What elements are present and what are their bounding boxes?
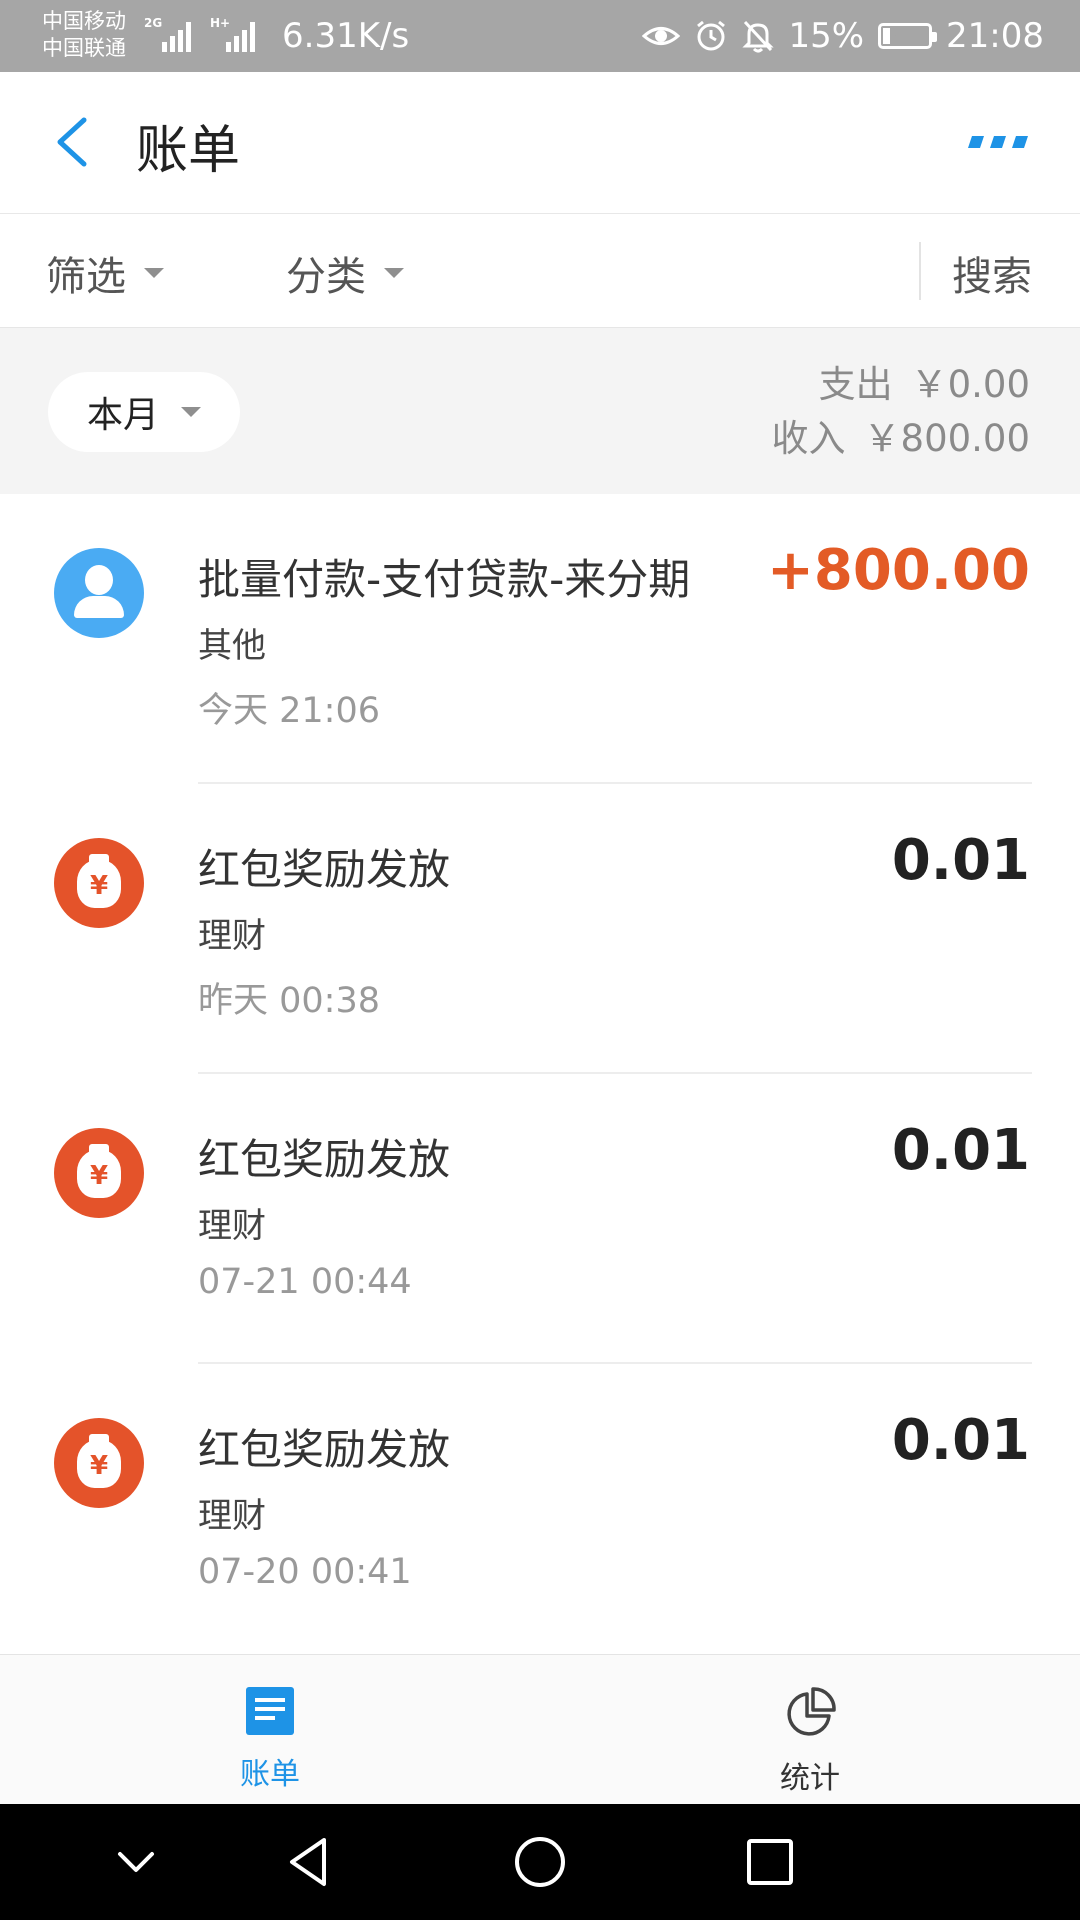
search-button[interactable]: 搜索 (952, 244, 1032, 302)
transaction-amount: +800.00 (766, 538, 1030, 603)
income-value: ￥800.00 (863, 417, 1030, 460)
filter-bar: 筛选 分类 搜索 (0, 214, 1080, 328)
nav-back-icon[interactable] (280, 1832, 340, 1892)
transaction-list: 批量付款-支付贷款-来分期 其他 今天 21:06 +800.00 ¥ 红包奖励… (0, 494, 1080, 1654)
transaction-category: 其他 (198, 626, 266, 666)
month-totals: 支出 ￥0.00 收入 ￥800.00 (772, 358, 1030, 466)
money-bag-icon: ¥ (54, 1418, 144, 1508)
tab-stats-label: 统计 (780, 1761, 840, 1796)
transaction-time: 昨天 00:38 (198, 981, 380, 1021)
transaction-time: 07-20 00:41 (198, 1552, 412, 1592)
carrier-2: 中国联通 (42, 36, 126, 60)
system-nav-bar (0, 1804, 1080, 1920)
chevron-down-icon (384, 268, 404, 278)
signal-icon (226, 18, 262, 52)
nav-recents-icon[interactable] (740, 1832, 800, 1892)
transaction-amount: 0.01 (891, 1118, 1030, 1183)
transaction-title: 批量付款-支付贷款-来分期 (198, 555, 691, 604)
income-total: 收入 ￥800.00 (772, 412, 1030, 466)
filter-dropdown[interactable]: 筛选 (46, 244, 164, 302)
chevron-down-icon (144, 268, 164, 278)
signal-icon (162, 18, 198, 52)
transaction-row[interactable]: ¥ 红包奖励发放 理财 昨天 00:38 0.01 (0, 784, 1080, 1074)
month-label: 本月 (86, 395, 159, 436)
expense-total: 支出 ￥0.00 (772, 358, 1030, 412)
transaction-category: 理财 (198, 916, 266, 956)
transaction-amount: 0.01 (891, 1408, 1030, 1473)
alarm-icon (697, 20, 726, 51)
tab-bills-label: 账单 (240, 1757, 300, 1792)
tab-stats[interactable]: 统计 (750, 1685, 870, 1797)
status-bar: 中国移动 中国联通 2G H+ 6.31K/s 15% 21:08 (0, 0, 1080, 72)
bottom-tab-bar: 账单 统计 (0, 1654, 1080, 1804)
transaction-time: 07-21 00:44 (198, 1262, 412, 1302)
user-icon (54, 548, 144, 638)
bill-list-icon (246, 1687, 294, 1735)
page-title: 账单 (136, 121, 241, 181)
network-type-1: 2G (144, 16, 163, 30)
category-dropdown[interactable]: 分类 (286, 244, 404, 302)
more-options-icon[interactable] (964, 132, 1030, 152)
transaction-row[interactable]: 批量付款-支付贷款-来分期 其他 今天 21:06 +800.00 (0, 494, 1080, 784)
filter-label: 筛选 (46, 254, 126, 300)
transaction-time: 今天 21:06 (198, 691, 380, 731)
bell-off-icon (742, 20, 775, 53)
income-label: 收入 (771, 417, 846, 460)
transaction-title: 红包奖励发放 (198, 1425, 451, 1474)
chevron-down-icon[interactable] (106, 1832, 166, 1892)
transaction-category: 理财 (198, 1496, 266, 1536)
tab-bills[interactable]: 账单 (210, 1685, 330, 1793)
back-arrow-icon[interactable] (50, 116, 96, 168)
transaction-title: 红包奖励发放 (198, 1135, 451, 1184)
chevron-down-icon (181, 407, 201, 417)
divider (919, 242, 921, 300)
nav-home-icon[interactable] (510, 1832, 570, 1892)
carrier-names: 中国移动 中国联通 (42, 8, 126, 62)
transaction-category: 理财 (198, 1206, 266, 1246)
pie-chart-icon (787, 1687, 836, 1736)
transaction-title: 红包奖励发放 (198, 845, 451, 894)
month-selector[interactable]: 本月 (48, 372, 240, 452)
transaction-amount: 0.01 (891, 828, 1030, 893)
battery-charging-icon (878, 23, 938, 49)
expense-value: ￥0.00 (910, 363, 1030, 406)
money-bag-icon: ¥ (54, 838, 144, 928)
clock: 21:08 (946, 16, 1044, 56)
expense-label: 支出 (818, 363, 893, 406)
month-summary: 本月 支出 ￥0.00 收入 ￥800.00 (0, 328, 1080, 494)
app-header: 账单 (0, 72, 1080, 214)
network-speed: 6.31K/s (282, 16, 410, 56)
category-label: 分类 (286, 254, 366, 300)
carrier-1: 中国移动 (42, 9, 126, 33)
transaction-row[interactable]: ¥ 红包奖励发放 理财 07-20 00:41 0.01 (0, 1364, 1080, 1654)
money-bag-icon: ¥ (54, 1128, 144, 1218)
search-label: 搜索 (952, 254, 1032, 300)
eye-icon (642, 27, 681, 45)
battery-percent: 15% (788, 16, 865, 56)
transaction-row[interactable]: ¥ 红包奖励发放 理财 07-21 00:44 0.01 (0, 1074, 1080, 1364)
